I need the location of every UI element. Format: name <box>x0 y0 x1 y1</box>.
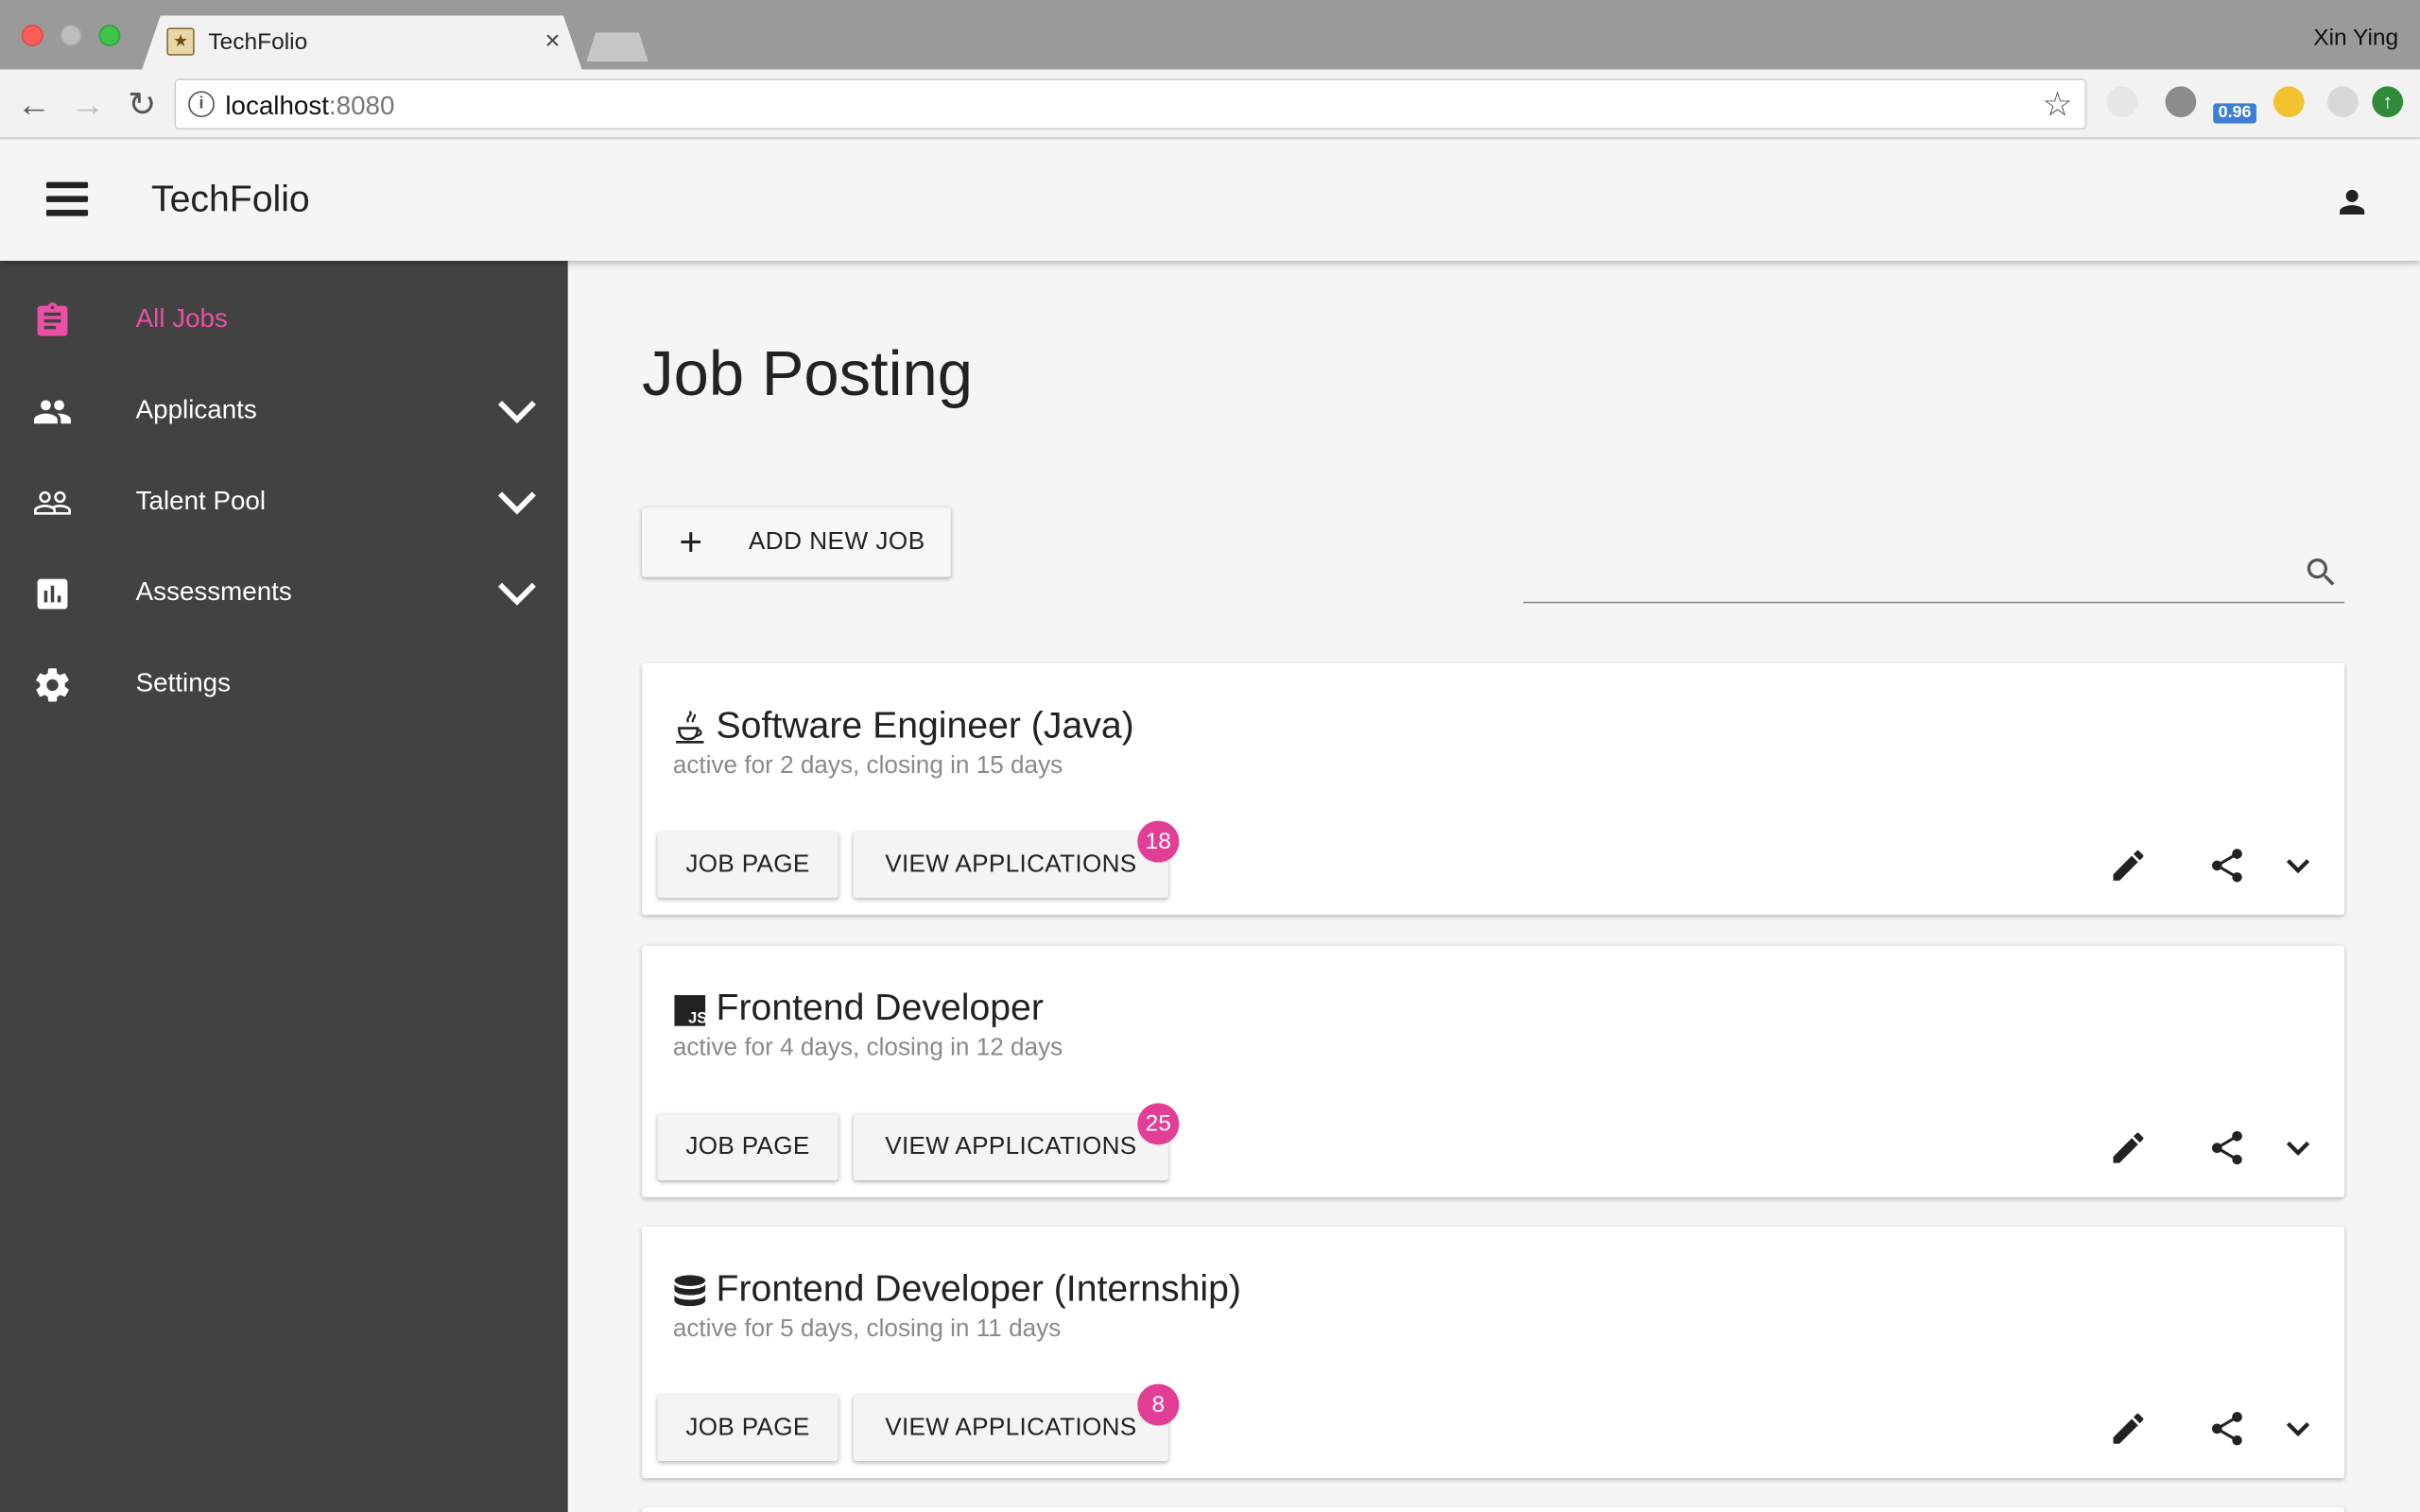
job-status: active for 4 days, closing in 12 days <box>672 1035 1063 1062</box>
job-title: Frontend Developer <box>716 987 1044 1029</box>
window-maximize-button[interactable] <box>98 25 121 46</box>
chevron-down-icon[interactable] <box>495 574 539 613</box>
info-icon[interactable]: i <box>188 91 215 118</box>
job-title: Software Engineer (Java) <box>716 705 1134 747</box>
job-card: Frontend Developer (Internship) active f… <box>642 1226 2344 1479</box>
applications-count-badge: 8 <box>1137 1383 1180 1426</box>
new-tab-button[interactable] <box>586 32 648 62</box>
address-bar[interactable]: i localhost:8080 ☆ <box>174 78 2087 130</box>
sidebar-item-label: All Jobs <box>135 303 228 334</box>
sidebar-item-talent-pool[interactable]: Talent Pool <box>0 456 568 547</box>
menu-icon[interactable] <box>45 181 89 216</box>
sidebar-item-applicants[interactable]: Applicants <box>0 366 568 456</box>
javascript-icon: JS <box>674 995 707 1026</box>
job-card: JS Frontend Developer active for 4 days,… <box>642 945 2344 1197</box>
chevron-down-icon[interactable] <box>495 483 539 523</box>
applications-count-badge: 25 <box>1137 1103 1180 1145</box>
job-status: active for 2 days, closing in 15 days <box>672 752 1063 780</box>
chevron-down-icon[interactable] <box>495 392 539 432</box>
search-input[interactable] <box>1523 545 2280 602</box>
app-bar: TechFolio <box>0 140 2420 261</box>
sidebar-item-all-jobs[interactable]: All Jobs <box>0 275 568 366</box>
job-page-button[interactable]: JOB PAGE <box>657 831 838 899</box>
url-host: localhost <box>225 91 329 121</box>
add-new-job-button[interactable]: + ADD NEW JOB <box>642 507 951 577</box>
job-page-button[interactable]: JOB PAGE <box>657 1113 838 1180</box>
clipboard-icon <box>37 302 68 336</box>
people-icon <box>34 400 71 424</box>
back-arrow-icon[interactable]: ← <box>14 85 54 125</box>
plus-icon: + <box>679 518 703 565</box>
search-field <box>1523 545 2344 604</box>
sidebar: All Jobs Applicants Talent Pool Assessme… <box>0 260 568 1512</box>
share-icon[interactable] <box>2207 1409 2247 1449</box>
tab-title: TechFolio <box>208 29 308 56</box>
search-icon[interactable] <box>2303 554 2340 591</box>
share-icon[interactable] <box>2207 1127 2247 1167</box>
browser-tab-bar: ★ TechFolio × Xin Ying <box>0 0 2420 70</box>
gear-icon <box>36 668 69 702</box>
page-title: Job Posting <box>642 337 973 409</box>
tab-close-icon[interactable]: × <box>544 26 560 58</box>
sidebar-item-settings[interactable]: Settings <box>0 639 568 730</box>
extension-update-icon[interactable]: ↑ <box>2372 86 2404 118</box>
view-applications-button[interactable]: VIEW APPLICATIONS <box>853 1113 1168 1180</box>
account-icon[interactable] <box>2334 183 2371 220</box>
window-minimize-button[interactable] <box>60 25 82 46</box>
sidebar-item-label: Applicants <box>135 394 257 424</box>
reload-icon[interactable]: ↻ <box>122 85 162 125</box>
extension-google-icon[interactable] <box>2327 86 2359 118</box>
view-applications-button[interactable]: VIEW APPLICATIONS <box>853 831 1168 899</box>
job-title: Frontend Developer (Internship) <box>716 1268 1241 1311</box>
job-page-button[interactable]: JOB PAGE <box>657 1394 838 1462</box>
edit-icon[interactable] <box>2108 846 2148 885</box>
app-title: TechFolio <box>150 179 310 221</box>
people-outline-icon <box>34 490 71 515</box>
share-icon[interactable] <box>2207 846 2247 885</box>
main-content: Job Posting + ADD NEW JOB Software Engin… <box>567 260 2420 1512</box>
sidebar-item-assessments[interactable]: Assessments <box>0 548 568 639</box>
java-icon <box>676 711 704 744</box>
expand-more-icon[interactable] <box>2278 1127 2318 1167</box>
favicon-icon: ★ <box>166 27 195 56</box>
browser-profile-name[interactable]: Xin Ying <box>2313 25 2398 51</box>
bookmark-star-icon[interactable]: ☆ <box>2042 85 2072 125</box>
extension-badge: 0.96 <box>2213 103 2256 124</box>
sidebar-item-label: Assessments <box>135 576 292 607</box>
bar-chart-icon <box>37 578 68 610</box>
edit-icon[interactable] <box>2108 1409 2148 1449</box>
job-status: active for 5 days, closing in 11 days <box>672 1315 1062 1343</box>
url-text[interactable]: localhost:8080 <box>225 91 394 122</box>
add-new-job-label: ADD NEW JOB <box>748 528 925 556</box>
edit-icon[interactable] <box>2108 1127 2148 1167</box>
browser-toolbar: ← → ↻ i localhost:8080 ☆ <box>0 69 2420 139</box>
database-icon <box>674 1275 706 1307</box>
extension-speed-icon[interactable]: 0.96 <box>2213 85 2256 125</box>
expand-more-icon[interactable] <box>2278 1409 2318 1449</box>
job-card <box>642 1507 2344 1512</box>
expand-more-icon[interactable] <box>2278 846 2318 885</box>
url-port: :8080 <box>328 91 395 121</box>
applications-count-badge: 18 <box>1137 820 1180 863</box>
forward-arrow-icon[interactable]: → <box>68 85 108 125</box>
browser-tab[interactable]: ★ TechFolio × <box>142 15 582 70</box>
sidebar-item-label: Talent Pool <box>135 486 267 516</box>
extension-gear-icon[interactable] <box>2165 86 2197 118</box>
window-close-button[interactable] <box>21 25 43 46</box>
extension-icon[interactable] <box>2106 86 2138 118</box>
view-applications-button[interactable]: VIEW APPLICATIONS <box>853 1394 1168 1462</box>
job-card: Software Engineer (Java) active for 2 da… <box>642 663 2344 916</box>
sidebar-item-label: Settings <box>135 667 231 697</box>
extension-moon-icon[interactable] <box>2273 86 2305 118</box>
svg-text:JS: JS <box>688 1009 707 1026</box>
